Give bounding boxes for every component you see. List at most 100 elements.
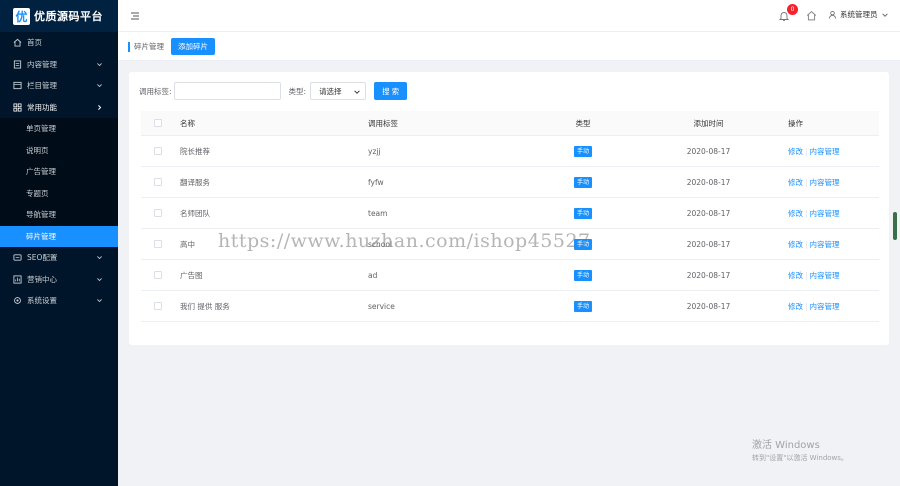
row-checkbox[interactable] [154,240,162,248]
cell-name: 我们 提供 服务 [180,301,230,311]
row-checkbox[interactable] [154,209,162,217]
cell-name: 翻译服务 [180,177,210,187]
op-separator: | [805,239,808,249]
menu-toggle-icon[interactable] [130,11,140,21]
cell-name: 广告图 [180,270,203,280]
brand-logo[interactable]: 优 优质源码平台 [0,0,118,32]
windows-activation-notice: 激活 Windows 转到"设置"以激活 Windows。 [752,436,848,463]
type-select[interactable]: 请选择 [310,82,367,100]
breadcrumb-marker [128,42,130,52]
activation-title: 激活 Windows [752,440,820,451]
tag-search-input[interactable] [173,82,281,100]
sidebar-item-home[interactable]: 首页 [0,32,118,54]
user-menu[interactable]: 系统管理员 [828,9,889,20]
logo-mark: 优 [13,7,30,25]
gear-icon [12,296,22,306]
sidebar-item-marketing[interactable]: 营销中心 [0,269,118,291]
type-tag: 手动 [573,145,592,157]
sidebar-item-common[interactable]: 常用功能 [0,97,118,119]
sidebar-item-seo[interactable]: SEO配置 [0,247,118,269]
cell-tag: team [368,208,388,218]
edit-link[interactable]: 修改 [788,302,803,311]
cell-date: 2020-08-17 [686,270,731,280]
search-form: 调用标签: 类型: 请选择 搜 索 [139,82,408,100]
seo-icon [12,253,22,263]
sidebar-menu: 首页 内容管理 栏目管理 常用功能 单页管理 说明页 广告管理 专题页 导航管理… [0,32,118,312]
table-row: 名师团队 team 手动 2020-08-17 修改 | 内容管理 [141,198,879,229]
table-row: 广告图 ad 手动 2020-08-17 修改 | 内容管理 [141,260,879,291]
row-checkbox[interactable] [154,178,162,186]
content-manage-link[interactable]: 内容管理 [810,178,840,187]
chevron-down-icon [94,274,104,284]
cell-date: 2020-08-17 [686,239,731,249]
header-type: 类型 [575,118,591,128]
edit-link[interactable]: 修改 [788,147,803,156]
cell-date: 2020-08-17 [686,177,731,187]
type-tag: 手动 [573,207,592,219]
sidebar-subitem-fragments[interactable]: 碎片管理 [0,225,118,247]
sidebar-item-label: 内容管理 [27,59,57,69]
add-fragment-button[interactable]: 添加碎片 [171,38,215,55]
sidebar-item-content[interactable]: 内容管理 [0,54,118,76]
edit-link[interactable]: 修改 [788,209,803,218]
cell-date: 2020-08-17 [686,208,731,218]
cell-tag: fyfw [368,177,384,187]
content-manage-link[interactable]: 内容管理 [810,271,840,280]
sidebar-item-columns[interactable]: 栏目管理 [0,75,118,97]
top-header: 0 系统管理员 [118,0,900,32]
scrollbar-thumb[interactable] [893,212,897,240]
sidebar-subitem-topic[interactable]: 专题页 [0,182,118,204]
row-checkbox[interactable] [154,147,162,155]
chevron-down-icon [94,253,104,263]
type-select-value: 请选择 [319,86,342,96]
header-name: 名称 [180,118,195,128]
sidebar-item-label: 栏目管理 [27,81,57,91]
content-manage-link[interactable]: 内容管理 [810,209,840,218]
sidebar-subitem-navigation[interactable]: 导航管理 [0,204,118,226]
cell-date: 2020-08-17 [686,301,731,311]
cell-tag: yzjj [368,146,381,156]
file-icon [12,59,22,69]
fragments-table: 名称 调用标签 类型 添加时间 操作 院长推荐 yzjj 手动 2020-08-… [141,111,879,322]
header-date: 添加时间 [693,118,724,128]
chevron-down-icon [94,81,104,91]
chevron-down-icon [353,88,361,96]
op-separator: | [805,177,808,187]
edit-link[interactable]: 修改 [788,178,803,187]
content-manage-link[interactable]: 内容管理 [810,147,840,156]
sidebar-item-settings[interactable]: 系统设置 [0,290,118,312]
sidebar-subitem-ads[interactable]: 广告管理 [0,161,118,183]
breadcrumb: 碎片管理 添加碎片 [118,32,900,61]
select-all-checkbox[interactable] [154,119,162,127]
tag-search-label: 调用标签: [139,86,172,96]
content-manage-link[interactable]: 内容管理 [810,240,840,249]
edit-link[interactable]: 修改 [788,271,803,280]
home-icon[interactable] [806,10,817,21]
columns-icon [12,81,22,91]
table-header: 名称 调用标签 类型 添加时间 操作 [141,111,879,136]
chevron-right-icon [94,102,104,112]
row-checkbox[interactable] [154,302,162,310]
edit-link[interactable]: 修改 [788,240,803,249]
op-separator: | [805,208,808,218]
table-row: 翻译服务 fyfw 手动 2020-08-17 修改 | 内容管理 [141,167,879,198]
table-row: 院长推荐 yzjj 手动 2020-08-17 修改 | 内容管理 [141,136,879,167]
type-tag: 手动 [573,269,592,281]
sidebar-subitem-description[interactable]: 说明页 [0,139,118,161]
home-icon [12,38,22,48]
sidebar-subitem-single-page[interactable]: 单页管理 [0,118,118,140]
watermark-url: https://www.huzhan.com/ishop45527 [218,230,591,252]
search-button[interactable]: 搜 索 [374,82,408,100]
table-row: 我们 提供 服务 service 手动 2020-08-17 修改 | 内容管理 [141,291,879,322]
content-card: 调用标签: 类型: 请选择 搜 索 名称 调用标签 类型 添加时间 操作 院长推… [129,72,889,345]
sidebar-item-label: 常用功能 [27,102,57,112]
user-icon [828,10,837,19]
breadcrumb-current: 碎片管理 [134,42,164,51]
op-separator: | [805,146,808,156]
content-manage-link[interactable]: 内容管理 [810,302,840,311]
header-ops: 操作 [788,118,803,128]
sidebar-item-label: SEO配置 [27,253,58,263]
header-tag: 调用标签 [368,118,398,128]
grid-icon [12,102,22,112]
row-checkbox[interactable] [154,271,162,279]
